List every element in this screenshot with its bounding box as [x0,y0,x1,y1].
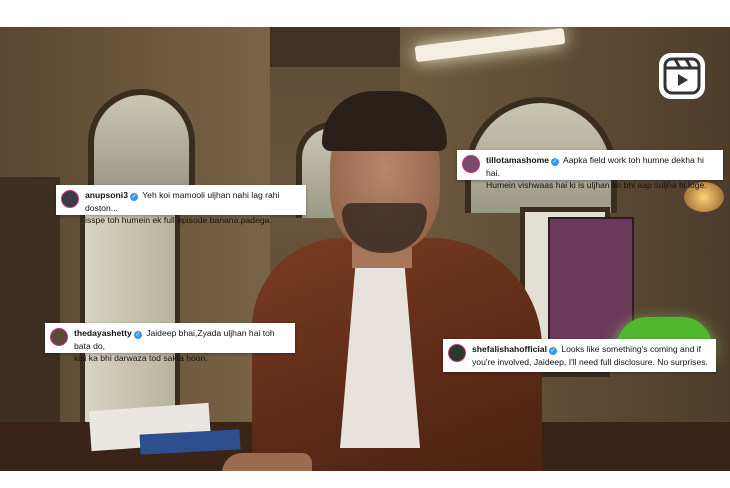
comment-thedayashetty: thedayashetty ✓ Jaideep bhai,Zyada uljhan… [45,323,295,363]
avatar [50,328,68,346]
background-photo [0,27,730,471]
comment-username: anupsoni3 [85,190,128,200]
verified-badge-icon: ✓ [551,158,560,166]
avatar [462,155,480,173]
comment-tillotamashome: tillotamashome ✓ Aapka field work toh hum… [457,150,723,190]
notice-board [548,217,634,346]
shelf [0,177,60,447]
comment-line-2: you're involved, Jaideep, I'll need full… [472,356,708,367]
avatar [448,344,466,362]
comment-line-2: isspe toh humein ek full episode banana … [85,215,272,225]
instagram-reels-icon [657,51,707,101]
man-figure [222,63,542,471]
comment-line-2: Humein vishwaas hai ki is uljhan ko bhi … [486,180,707,190]
comment-text: thedayashetty ✓ Jaideep bhai,Zyada uljhan… [74,327,289,365]
comment-line-1: Looks like something's coming and if [561,344,702,354]
hair [322,91,447,151]
comment-text: tillotamashome ✓ Aapka field work toh hum… [486,154,717,192]
verified-badge-icon: ✓ [129,193,138,201]
comment-username: tillotamashome [486,155,550,165]
comment-username: thedayashetty [74,328,132,338]
comment-line-2: kisi ka bhi darwaza tod sakta hoon. [74,353,208,363]
comment-text: shefalishahofficial ✓ Looks like somethin… [472,343,708,368]
comment-text: anupsoni3 ✓ Yeh koi mamooli uljhan nahi l… [85,189,300,227]
comment-anupsoni3: anupsoni3 ✓ Yeh koi mamooli uljhan nahi l… [56,185,306,225]
comment-shefalishahofficial: shefalishahofficial ✓ Looks like somethin… [443,339,716,372]
hand [222,453,312,471]
arched-window-left [88,89,195,190]
verified-badge-icon: ✓ [548,347,557,355]
comment-username: shefalishahofficial [472,344,547,354]
verified-badge-icon: ✓ [133,331,142,339]
avatar [61,190,79,208]
